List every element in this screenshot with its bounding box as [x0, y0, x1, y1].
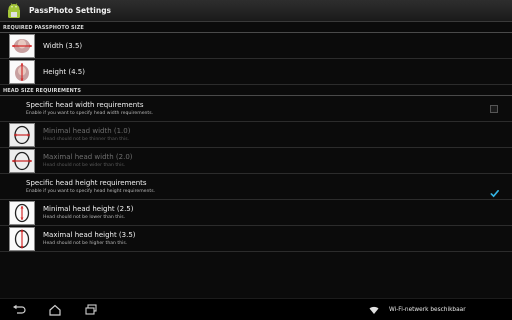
- pref-min-head-width[interactable]: Minimal head width (1.0) Head should not…: [0, 122, 512, 148]
- android-app-icon[interactable]: [5, 2, 23, 20]
- min-head-height-icon: [9, 200, 35, 225]
- preferences-list: REQUIRED PASSPHOTO SIZE Width (3.5) Heig…: [0, 22, 512, 298]
- min-head-width-summary: Head should not be thinner than this.: [43, 137, 130, 142]
- pref-head-width-toggle[interactable]: Specific head width requirements Enable …: [0, 96, 512, 122]
- min-head-height-title: Minimal head height (2.5): [43, 205, 134, 213]
- pref-height[interactable]: Height (4.5): [0, 59, 512, 85]
- min-head-width-icon: [9, 122, 35, 147]
- pref-max-head-height[interactable]: Maximal head height (3.5) Head should no…: [0, 226, 512, 252]
- head-height-toggle-title: Specific head height requirements: [26, 179, 147, 187]
- max-head-height-summary: Head should not be higher than this.: [43, 241, 128, 246]
- max-head-height-icon: [9, 226, 35, 251]
- back-button[interactable]: [10, 303, 28, 317]
- back-arrow-icon: [13, 304, 26, 314]
- max-head-width-summary: Head should not be wider than this.: [43, 163, 126, 168]
- pref-head-height-toggle[interactable]: Specific head height requirements Enable…: [0, 174, 512, 200]
- section-header-head: HEAD SIZE REQUIREMENTS: [0, 85, 512, 96]
- passphoto-width-thumbnail: [9, 33, 35, 58]
- recent-apps-button[interactable]: [82, 303, 100, 317]
- action-bar: PassPhoto Settings: [0, 0, 512, 22]
- system-navigation-bar: Wi-Fi-netwerk beschikbaar: [0, 298, 512, 320]
- max-head-width-icon: [9, 148, 35, 173]
- head-width-toggle-summary: Enable if you want to specify head width…: [26, 111, 154, 116]
- head-height-toggle-summary: Enable if you want to specify head heigh…: [26, 189, 156, 194]
- wifi-icon: [369, 306, 379, 314]
- section-header-passphoto: REQUIRED PASSPHOTO SIZE: [0, 22, 512, 33]
- checkmark-icon: [490, 189, 499, 198]
- min-head-width-title: Minimal head width (1.0): [43, 127, 131, 135]
- app-title: PassPhoto Settings: [29, 6, 112, 15]
- status-notification-area[interactable]: Wi-Fi-netwerk beschikbaar: [367, 299, 512, 320]
- pref-width-title: Width (3.5): [43, 41, 83, 50]
- head-height-checkbox[interactable]: [490, 183, 499, 198]
- max-head-height-title: Maximal head height (3.5): [43, 231, 136, 239]
- passphoto-height-thumbnail: [9, 59, 35, 84]
- home-icon: [49, 304, 61, 316]
- max-head-width-title: Maximal head width (2.0): [43, 153, 133, 161]
- head-width-toggle-title: Specific head width requirements: [26, 101, 144, 109]
- recent-apps-icon: [85, 303, 97, 315]
- home-button[interactable]: [46, 303, 64, 317]
- min-head-height-summary: Head should not be lower than this.: [43, 215, 126, 220]
- pref-max-head-width[interactable]: Maximal head width (2.0) Head should not…: [0, 148, 512, 174]
- pref-height-title: Height (4.5): [43, 67, 85, 76]
- pref-width[interactable]: Width (3.5): [0, 33, 512, 59]
- head-width-checkbox[interactable]: [490, 105, 498, 113]
- pref-min-head-height[interactable]: Minimal head height (2.5) Head should no…: [0, 200, 512, 226]
- wifi-status-text: Wi-Fi-netwerk beschikbaar: [389, 307, 466, 313]
